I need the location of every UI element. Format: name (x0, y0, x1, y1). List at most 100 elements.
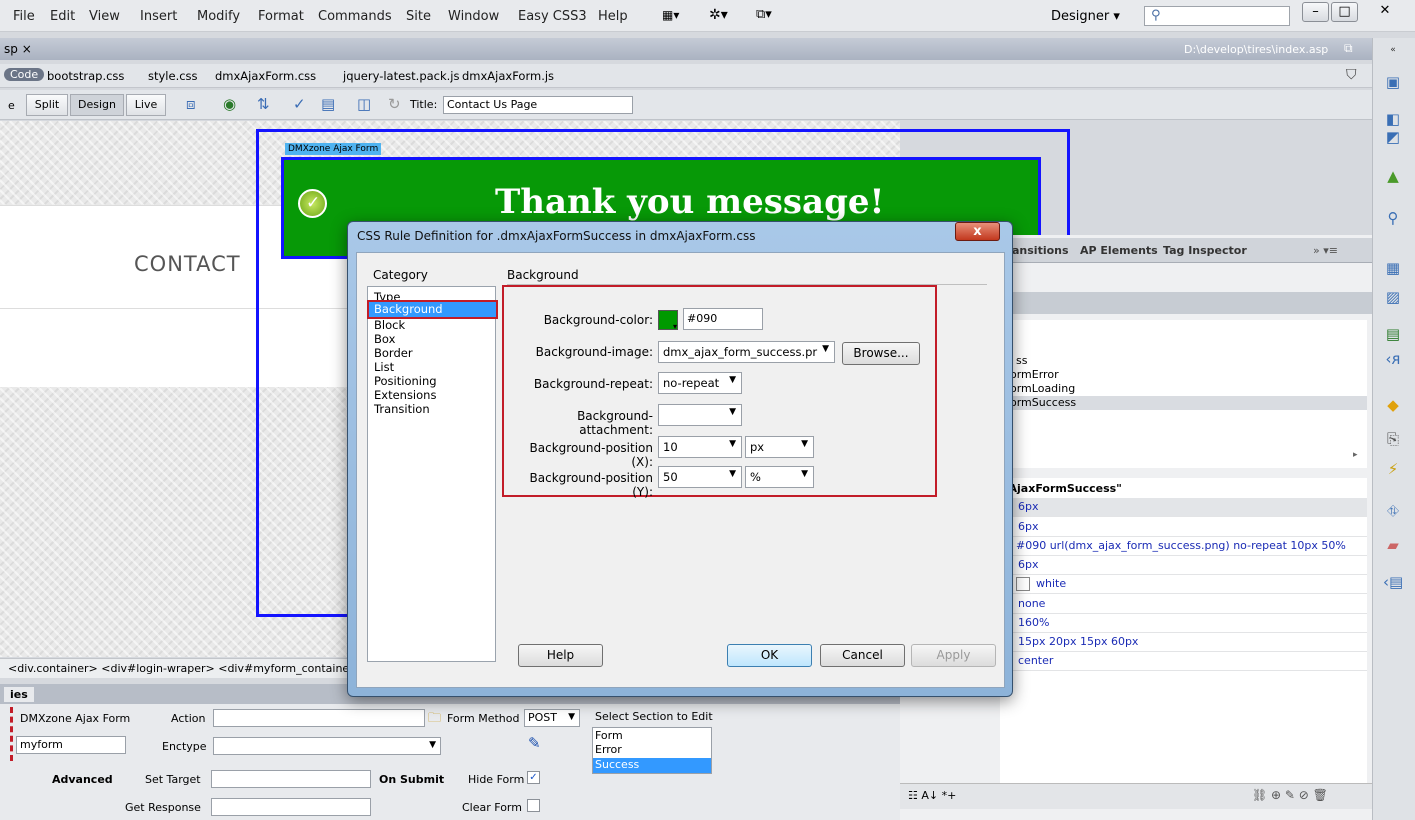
css-designer-icon[interactable]: ◧ (1383, 109, 1403, 129)
category-list[interactable]: Type Background Block Box Border List Po… (367, 286, 498, 662)
cancel-button[interactable]: Cancel (820, 644, 905, 667)
property-row[interactable]: ◣6px (1000, 498, 1367, 517)
behaviors-icon[interactable]: ◆ (1383, 395, 1403, 415)
search-panel-icon[interactable]: ⚲ (1383, 208, 1403, 228)
enctype-select[interactable]: ▼ (213, 737, 441, 755)
maximize-button[interactable]: □ (1331, 2, 1358, 22)
server-behaviors-icon[interactable]: ⚡ (1383, 459, 1403, 479)
property-row[interactable]: center (1000, 652, 1367, 671)
action-input[interactable] (213, 709, 425, 727)
category-item-box[interactable]: Box (374, 332, 395, 346)
databases-icon[interactable]: ▤ (1383, 324, 1403, 344)
advanced-label[interactable]: Advanced (52, 773, 113, 786)
close-window-button[interactable]: ✕ (1364, 2, 1406, 22)
design-button[interactable]: Design (70, 94, 124, 116)
section-item-error[interactable]: Error (595, 743, 622, 756)
menu-window[interactable]: Window (448, 9, 499, 24)
bg-image-input[interactable]: dmx_ajax_form_success.pr ▼ (658, 341, 835, 363)
section-list[interactable]: Form Error Success (592, 727, 712, 774)
related-file[interactable]: style.css (148, 69, 198, 83)
toolbox-icon[interactable]: ▰ (1383, 535, 1403, 555)
menu-modify[interactable]: Modify (197, 9, 240, 24)
category-item-transition[interactable]: Transition (374, 402, 430, 416)
close-tab-icon[interactable]: × (22, 42, 32, 56)
form-method-select[interactable]: POST ▼ (524, 709, 580, 727)
bg-attachment-select[interactable]: ▼ (658, 404, 742, 426)
bg-repeat-select[interactable]: no-repeat ▼ (658, 372, 742, 394)
color-swatch[interactable] (1016, 577, 1030, 591)
property-row[interactable]: #090 url(dmx_ajax_form_success.png) no-r… (1000, 537, 1367, 556)
form-id-input[interactable]: myform (16, 736, 126, 754)
properties-tab[interactable]: ies (4, 687, 34, 702)
w3c-validation-icon[interactable]: ✓ (293, 95, 306, 113)
code-inspector-icon[interactable]: ‹▤ (1383, 572, 1403, 592)
menu-site[interactable]: Site (406, 9, 431, 24)
preview-browser-icon[interactable]: ◉ (223, 95, 236, 113)
browse-button[interactable]: Browse... (842, 342, 920, 365)
bg-color-picker[interactable]: ▾ (658, 310, 678, 331)
check-browser-icon[interactable]: ▤ (321, 95, 335, 113)
scroll-right-icon[interactable]: ▸ (1353, 450, 1358, 460)
tag-path[interactable]: <div.container> <div#login-wraper> <div#… (8, 662, 354, 675)
menu-view[interactable]: View (89, 9, 120, 24)
property-row[interactable]: none (1000, 595, 1367, 614)
dialog-close-button[interactable]: x (955, 222, 1000, 241)
help-search-input[interactable]: ⚲ (1144, 6, 1290, 26)
workspace-switcher[interactable]: Designer ▾ (1051, 9, 1120, 24)
refresh-icon[interactable]: ↻ (388, 95, 401, 113)
category-view-icon[interactable]: ☷ A↓ *+ (908, 789, 956, 802)
edit-pencil-icon[interactable]: ✎ (528, 734, 541, 752)
site-manager-icon[interactable]: ⧉▾ (756, 7, 772, 22)
bg-color-input[interactable]: #090 (683, 308, 763, 330)
property-row[interactable]: white (1000, 575, 1367, 594)
category-item-background[interactable]: Background (367, 300, 498, 319)
snippets-icon[interactable]: ▲ (1383, 166, 1403, 186)
site-map-icon[interactable]: ⛗ (1383, 501, 1403, 521)
panel-action-icons[interactable]: ⛓ ⊕ ✎ ⊘ 🗑 (1252, 788, 1328, 802)
ok-button[interactable]: OK (727, 644, 812, 667)
title-input[interactable]: Contact Us Page (443, 96, 633, 114)
layout-icon[interactable]: ▦▾ (662, 8, 679, 22)
menu-format[interactable]: Format (258, 9, 304, 24)
apply-button[interactable]: Apply (911, 644, 996, 667)
menu-help[interactable]: Help (598, 9, 628, 24)
help-button[interactable]: Help (518, 644, 603, 667)
folder-icon[interactable]: 🗀 (428, 709, 441, 731)
multiscreen-icon[interactable]: ⧈ (186, 95, 196, 113)
tag-inspector-icon[interactable]: ‹ᴙ (1383, 349, 1403, 369)
related-file[interactable]: jquery-latest.pack.js (343, 69, 460, 83)
insert-panel-icon[interactable]: ▣ (1383, 72, 1403, 92)
gear-icon[interactable]: ✲▾ (709, 7, 728, 23)
bg-pos-x-unit-select[interactable]: px ▼ (745, 436, 814, 458)
bg-pos-x-input[interactable]: 10 ▼ (658, 436, 742, 458)
css-properties-grid[interactable]: cAjaxFormSuccess" ◣6px ◣6px #090 url(dmx… (1000, 478, 1367, 783)
filter-icon[interactable]: ⛉ (1346, 67, 1357, 83)
files-icon[interactable]: ⎘ (1383, 429, 1403, 449)
tab-ap-elements[interactable]: AP Elements (1080, 244, 1158, 257)
section-item-form[interactable]: Form (595, 729, 623, 742)
menu-file[interactable]: File (13, 9, 35, 24)
bg-pos-y-unit-select[interactable]: % ▼ (745, 466, 814, 488)
menu-commands[interactable]: Commands (318, 9, 392, 24)
assets-icon[interactable]: ▨ (1383, 287, 1403, 307)
source-code-button[interactable]: Code (4, 68, 45, 81)
get-response-input[interactable] (211, 798, 371, 816)
rule-item-selected[interactable]: ormSuccess (1000, 396, 1367, 410)
category-item-block[interactable]: Block (374, 318, 405, 332)
file-management-icon[interactable]: ⇅ (257, 95, 270, 113)
rule-item[interactable]: ormLoading (1010, 382, 1075, 395)
collapse-icon[interactable]: « (1383, 40, 1403, 60)
category-item-list[interactable]: List (374, 360, 394, 374)
clear-form-checkbox[interactable] (527, 799, 540, 812)
hide-form-checkbox[interactable]: ✓ (527, 771, 540, 784)
panel-menu-icon[interactable]: » ▾≡ (1313, 244, 1338, 257)
rule-item[interactable]: ormError (1010, 368, 1059, 381)
tab-transitions[interactable]: ansitions (1012, 244, 1069, 257)
ajax-form-tag[interactable]: DMXzone Ajax Form (285, 143, 382, 155)
menu-edit[interactable]: Edit (50, 9, 75, 24)
ap-elements-icon[interactable]: ▦ (1383, 258, 1403, 278)
related-file[interactable]: bootstrap.css (47, 69, 124, 83)
related-file[interactable]: dmxAjaxForm.js (462, 69, 554, 83)
minimize-button[interactable]: – (1302, 2, 1329, 22)
code-view-edge[interactable]: e (8, 99, 15, 112)
